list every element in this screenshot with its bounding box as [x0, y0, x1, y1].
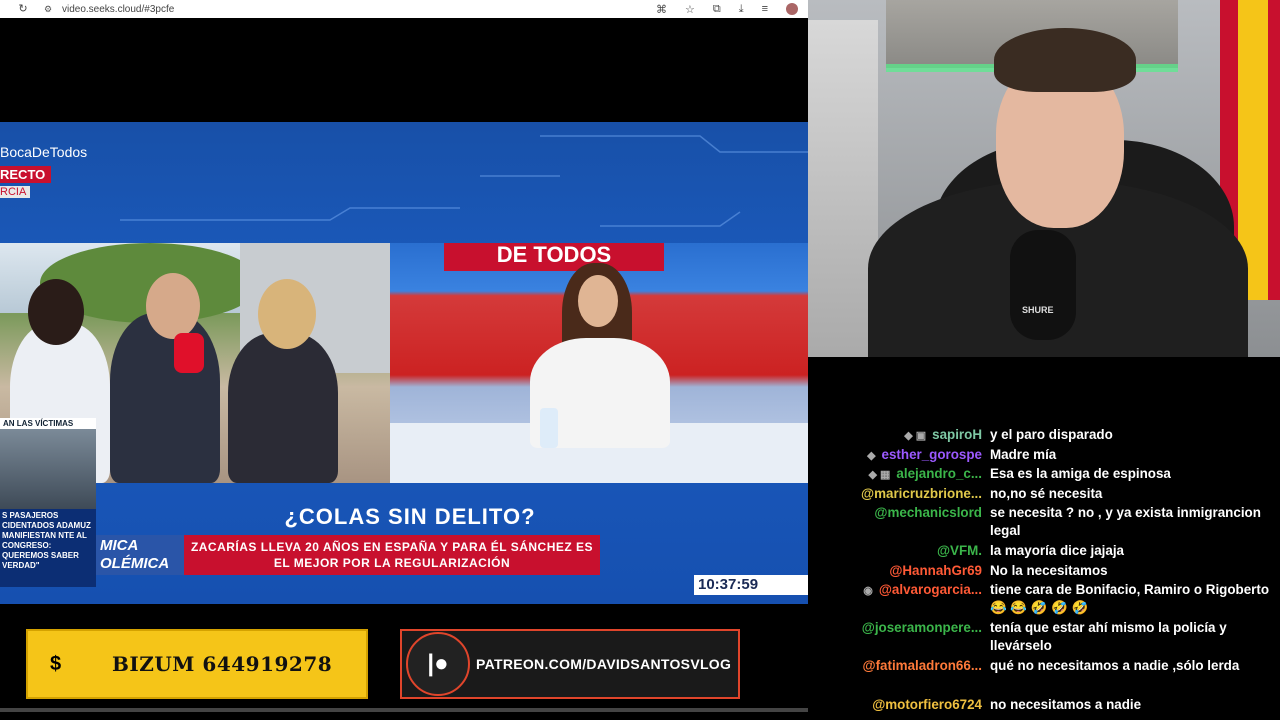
chat-message: ◆ esther_gorospe Madre mía	[808, 446, 1280, 465]
bizum-banner[interactable]: $ BIZUM 644919278	[26, 629, 368, 699]
chat-author[interactable]: @VFM.	[808, 542, 990, 560]
tv-broadcast[interactable]: BocaDeTodos RECTO RCIA DE TODOS AN LAS V…	[0, 122, 808, 604]
chat-username[interactable]: @motorfiero6724	[872, 697, 982, 712]
side-news-ticker: S PASAJEROS CIDENTADOS ADAMUZ MANIFIESTA…	[0, 509, 96, 587]
chat-author[interactable]: @HannahGr69	[808, 562, 990, 580]
chat-author[interactable]: @maricruzbrione...	[808, 485, 990, 503]
download-icon[interactable]: ⤓	[739, 3, 744, 16]
chat-text: y el paro disparado	[990, 427, 1113, 442]
chat-message: @fatimaladron66... qué no necesitamos a n…	[808, 657, 1280, 675]
chat-message: @joseramonpere... tenía que estar ahí mis…	[808, 619, 1280, 655]
chat-badge-icon: ◉	[863, 585, 873, 597]
patreon-banner[interactable]: |● PATREON.COM/DAVIDSANTOSVLOG	[400, 629, 740, 699]
chat-author[interactable]: @motorfiero6724	[808, 696, 990, 714]
chat-message: @maricruzbrione... no,no sé necesita	[808, 485, 1280, 503]
live-badge: RECTO	[0, 166, 52, 183]
dollar-icon: $	[50, 652, 62, 675]
headline-text: ¿COLAS SIN DELITO?	[284, 504, 536, 529]
chat-text: Esa es la amiga de espinosa	[990, 466, 1171, 481]
microphone	[174, 333, 204, 373]
chat-badge-icon: ◆ ▣	[904, 430, 927, 442]
chat-message: ◉ @alvarogarcia... tiene cara de Bonifacio…	[808, 581, 1280, 617]
broadcast-clock: 10:37:59	[694, 575, 808, 595]
screen: ↻ ⚙ video.seeks.cloud/#3pcfe ⌘ ☆ ⧉ ⤓ ≡ B…	[0, 0, 1280, 720]
chat-text: se necesita ? no , y ya exista inmigranc…	[990, 505, 1261, 538]
chat-text: Madre mía	[990, 447, 1057, 462]
chat-username[interactable]: @joseramonpere...	[862, 620, 982, 635]
news-side-panel: AN LAS VÍCTIMAS S PASAJEROS CIDENTADOS A…	[0, 418, 96, 598]
address-bar[interactable]: video.seeks.cloud/#3pcfe	[62, 4, 174, 15]
section-label: MICA OLÉMICA	[96, 535, 184, 575]
patreon-logo-icon: |●	[406, 632, 470, 696]
side-panel-thumbnail	[0, 429, 96, 509]
mic-brand: SHURE	[1022, 305, 1054, 315]
chat-author[interactable]: @joseramonpere...	[808, 619, 990, 655]
chat-message: ◆ ▦ alejandro_c... Esa es la amiga de espi…	[808, 465, 1280, 484]
water-bottle	[540, 408, 558, 448]
presenter-face	[578, 275, 618, 327]
streamer-hair	[994, 28, 1136, 92]
woman-hair	[28, 279, 84, 345]
chat-username[interactable]: @maricruzbrione...	[861, 486, 982, 501]
show-hashtag: BocaDeTodos	[0, 144, 88, 160]
chat-message: @motorfiero6724 no necesitamos a nadie	[808, 696, 1280, 714]
chat-username[interactable]: @HannahGr69	[889, 563, 982, 578]
live-chat: ◆ ▣ sapiroH y el paro disparado ◆ esther_gor…	[808, 357, 1280, 720]
streamer-webcam: SHURE	[808, 0, 1280, 357]
chat-message: @VFM. la mayoría dice jajaja	[808, 542, 1280, 560]
profile-avatar[interactable]	[786, 3, 798, 15]
chat-username[interactable]: @VFM.	[937, 543, 982, 558]
studio-logo: DE TODOS	[444, 243, 664, 271]
chat-message: @HannahGr69 No la necesitamos	[808, 562, 1280, 580]
chat-message: ◆ ▣ sapiroH y el paro disparado	[808, 426, 1280, 445]
chat-text: No la necesitamos	[990, 563, 1108, 578]
translate-icon[interactable]: ⌘	[656, 3, 667, 16]
man-head	[146, 273, 200, 339]
chat-badge-icon: ◆ ▦	[868, 469, 891, 481]
chat-author[interactable]: @fatimaladron66...	[808, 657, 990, 675]
site-info-icon[interactable]: ⚙	[44, 3, 56, 15]
browser-tools: ⌘ ☆ ⧉ ⤓ ≡	[656, 0, 798, 18]
chat-username[interactable]: esther_gorospe	[882, 447, 982, 462]
browser-toolbar: ↻ ⚙ video.seeks.cloud/#3pcfe ⌘ ☆ ⧉ ⤓ ≡	[0, 0, 808, 18]
chat-message: @mechanicslord se necesita ? no , y ya ex…	[808, 504, 1280, 540]
chat-username[interactable]: @fatimaladron66...	[863, 658, 982, 673]
chat-author[interactable]: ◆ ▣ sapiroH	[808, 426, 990, 445]
studio-feed: DE TODOS	[390, 243, 808, 483]
subheadline: ZACARÍAS LLEVA 20 AÑOS EN ESPAÑA Y PARA …	[184, 535, 600, 575]
video-letterbox-top	[0, 18, 808, 122]
location-badge: RCIA	[0, 186, 31, 198]
streamer-microphone	[1010, 230, 1076, 340]
bizum-text: BIZUM 644919278	[112, 652, 333, 676]
chat-text: qué no necesitamos a nadie ,sólo lerda	[990, 658, 1240, 673]
chat-text: tenía que estar ahí mismo la policía y l…	[990, 620, 1227, 653]
chat-username[interactable]: sapiroH	[932, 427, 982, 442]
sponsor-banners: $ BIZUM 644919278 |● PATREON.COM/DAVIDSA…	[0, 604, 808, 720]
reload-icon[interactable]: ↻	[16, 2, 30, 16]
menu-icon[interactable]: ≡	[762, 3, 768, 15]
headline: ¿COLAS SIN DELITO?	[110, 504, 710, 530]
chat-username[interactable]: alejandro_c...	[896, 466, 982, 481]
chat-author[interactable]: ◉ @alvarogarcia...	[808, 581, 990, 617]
bookmark-star-icon[interactable]: ☆	[685, 3, 695, 16]
patreon-text: PATREON.COM/DAVIDSANTOSVLOG	[476, 656, 732, 672]
chat-username[interactable]: @mechanicslord	[874, 505, 982, 520]
chat-text: tiene cara de Bonifacio, Ramiro o Rigobe…	[990, 582, 1270, 615]
video-progress-bar[interactable]	[0, 708, 808, 712]
chat-text: la mayoría dice jajaja	[990, 543, 1124, 558]
chat-author[interactable]: ◆ ▦ alejandro_c...	[808, 465, 990, 484]
chat-text: no,no sé necesita	[990, 486, 1103, 501]
extensions-icon[interactable]: ⧉	[713, 3, 721, 16]
chat-author[interactable]: @mechanicslord	[808, 504, 990, 540]
chat-username[interactable]: @alvarogarcia...	[879, 582, 982, 597]
chat-text: no necesitamos a nadie	[990, 697, 1142, 712]
chat-badge-icon: ◆	[867, 450, 876, 462]
side-panel-label: AN LAS VÍCTIMAS	[0, 418, 96, 429]
reporter-head	[258, 279, 316, 349]
chat-author[interactable]: ◆ esther_gorospe	[808, 446, 990, 465]
reporter	[228, 333, 338, 483]
